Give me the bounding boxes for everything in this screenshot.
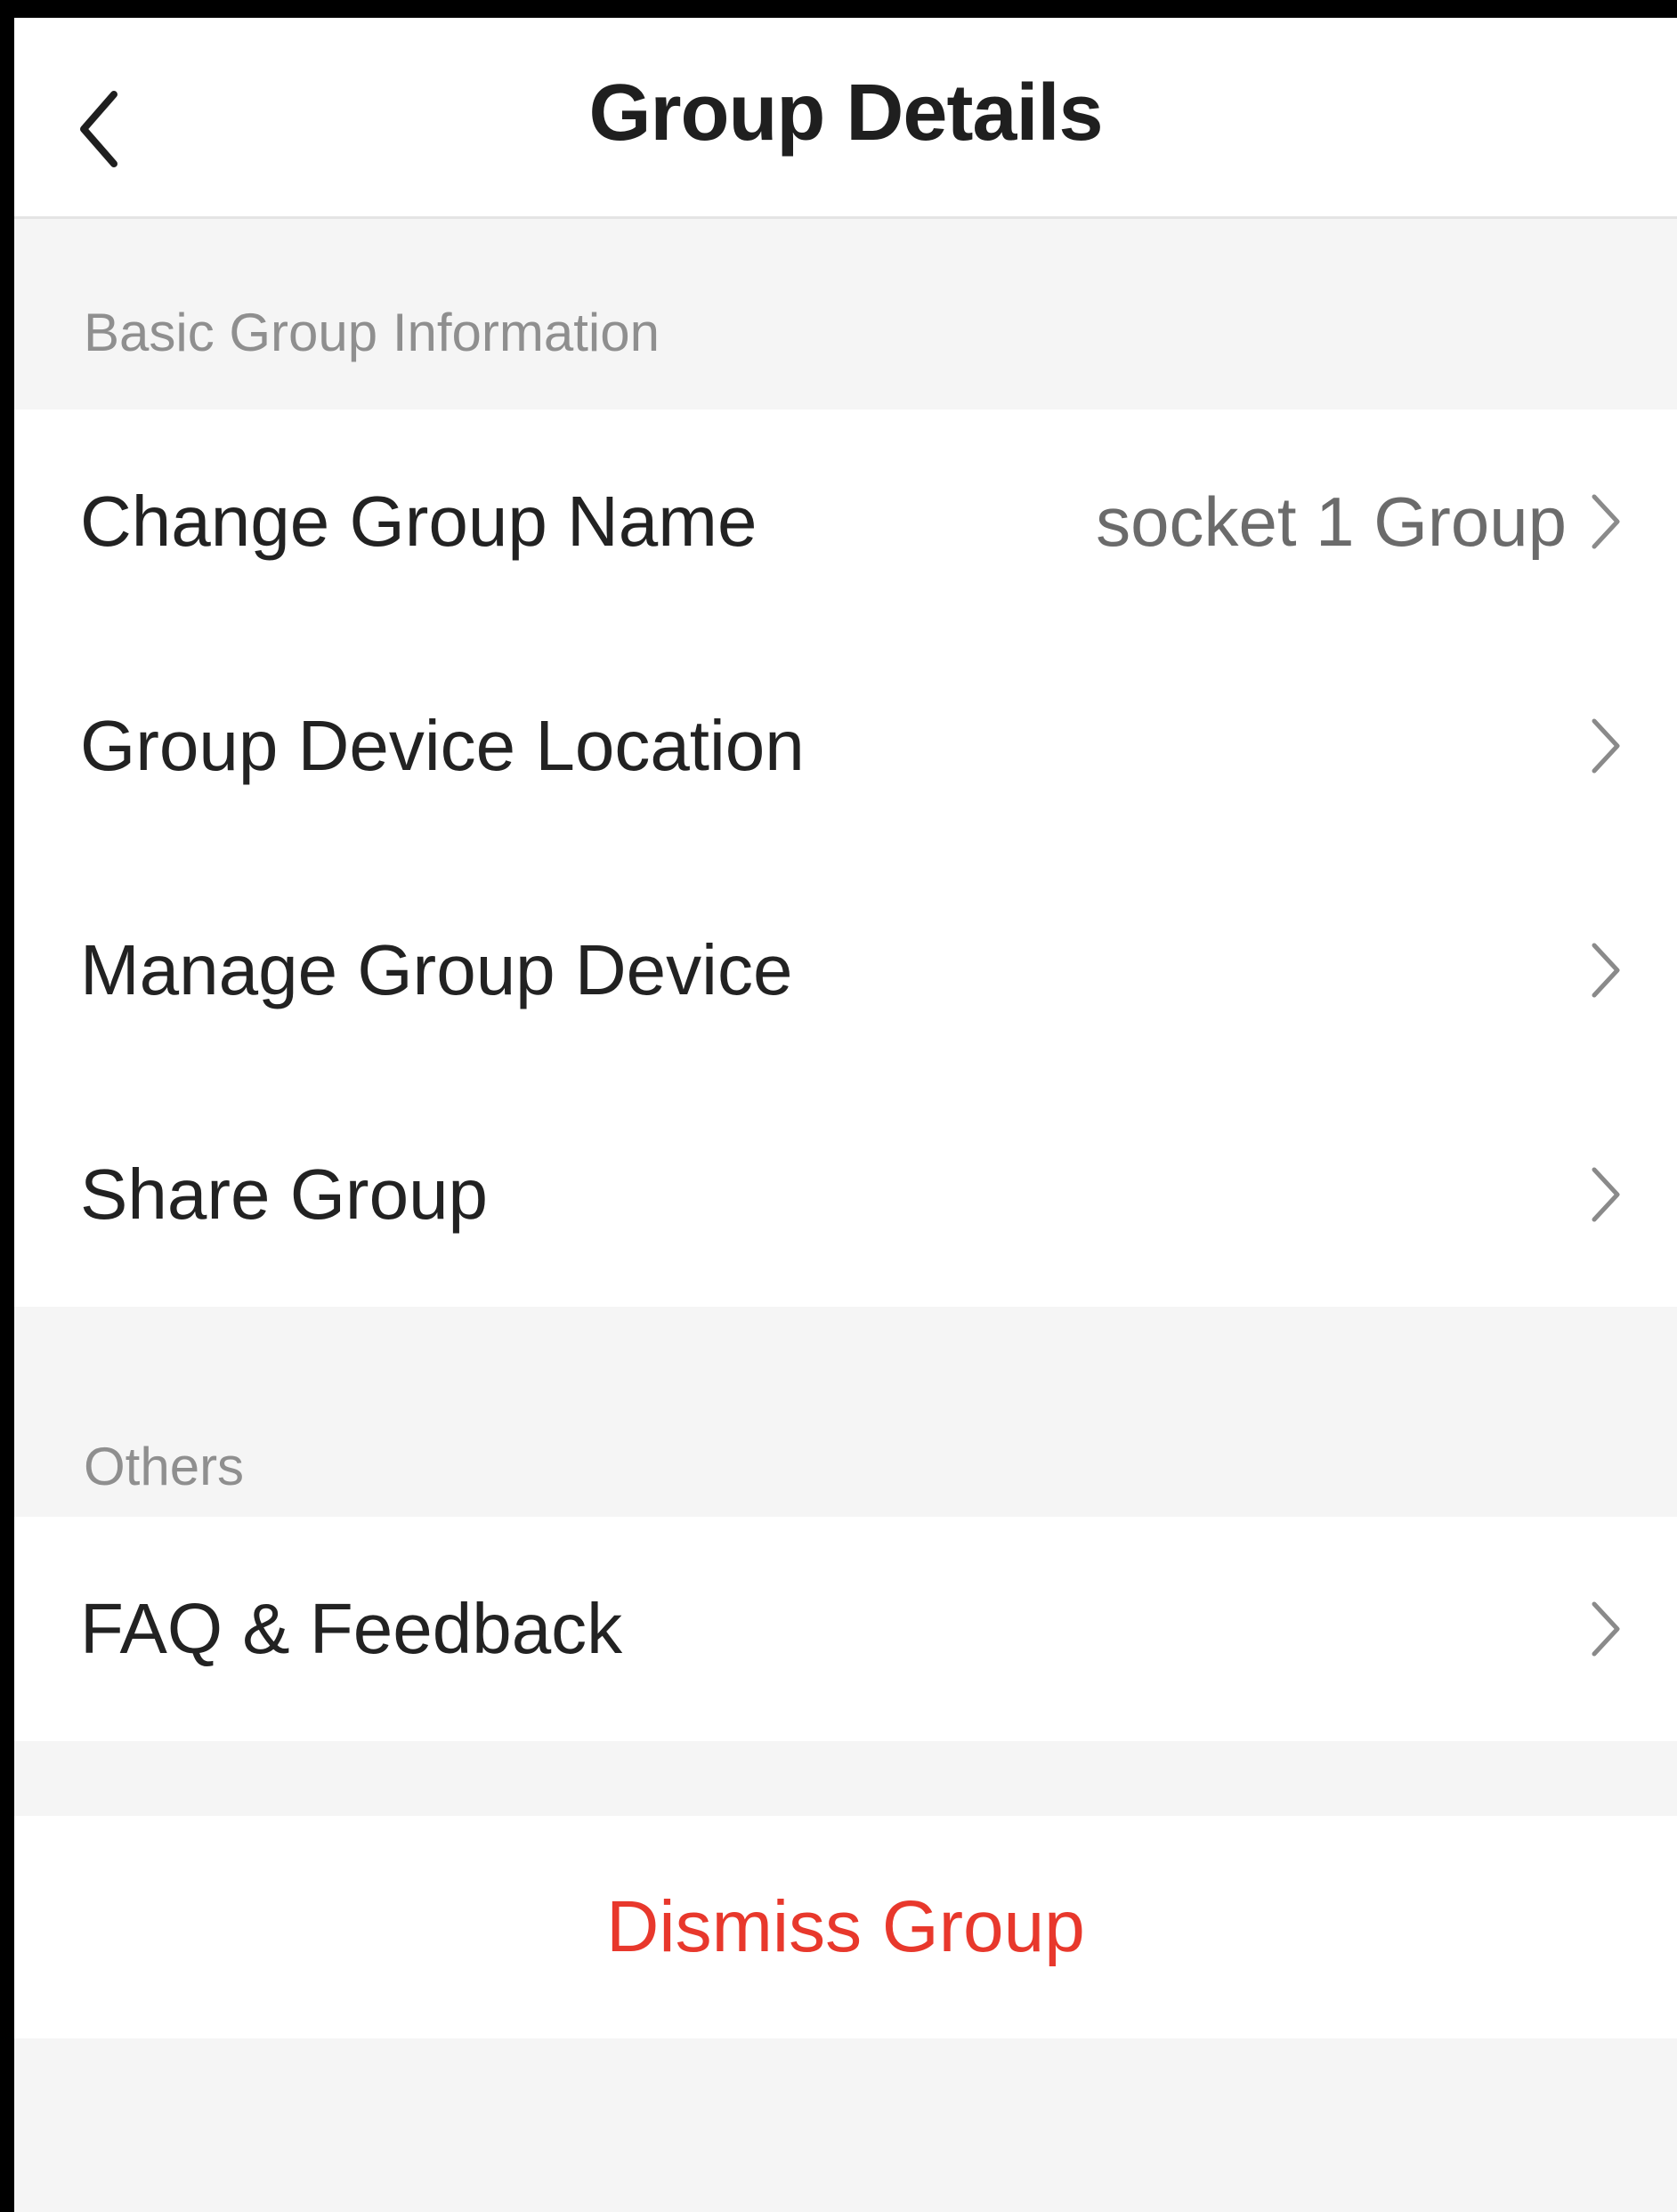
chevron-right-icon [1588,939,1624,1001]
faq-feedback-row[interactable]: FAQ & Feedback [14,1517,1677,1741]
dismiss-group-button[interactable]: Dismiss Group [14,1816,1677,2038]
row-label: Change Group Name [80,482,757,561]
row-label: Manage Group Device [80,930,793,1009]
share-group-row[interactable]: Share Group [14,1082,1677,1307]
chevron-right-icon [1588,490,1624,553]
page-title: Group Details [588,69,1103,158]
group-details-screen: Group Details Basic Group Information Ch… [14,18,1677,2212]
row-label: Share Group [80,1155,489,1234]
group-device-location-row[interactable]: Group Device Location [14,634,1677,858]
row-label: Group Device Location [80,706,805,785]
change-group-name-row[interactable]: Change Group Name socket 1 Group [14,409,1677,634]
top-nav-bar: Group Details [14,18,1677,219]
chevron-right-icon [1588,715,1624,777]
dismiss-group-label: Dismiss Group [606,1886,1085,1967]
row-label: FAQ & Feedback [80,1589,623,1668]
manage-group-device-row[interactable]: Manage Group Device [14,858,1677,1082]
chevron-right-icon [1588,1598,1624,1660]
screen-frame: Group Details Basic Group Information Ch… [0,0,1677,2212]
group-name-value: socket 1 Group [1096,482,1567,561]
chevron-right-icon [1588,1163,1624,1226]
others-list: FAQ & Feedback [14,1517,1677,1741]
section-label-others: Others [84,1437,245,1496]
basic-info-list: Change Group Name socket 1 Group Group D… [14,409,1677,1307]
section-label-basic: Basic Group Information [84,303,660,362]
